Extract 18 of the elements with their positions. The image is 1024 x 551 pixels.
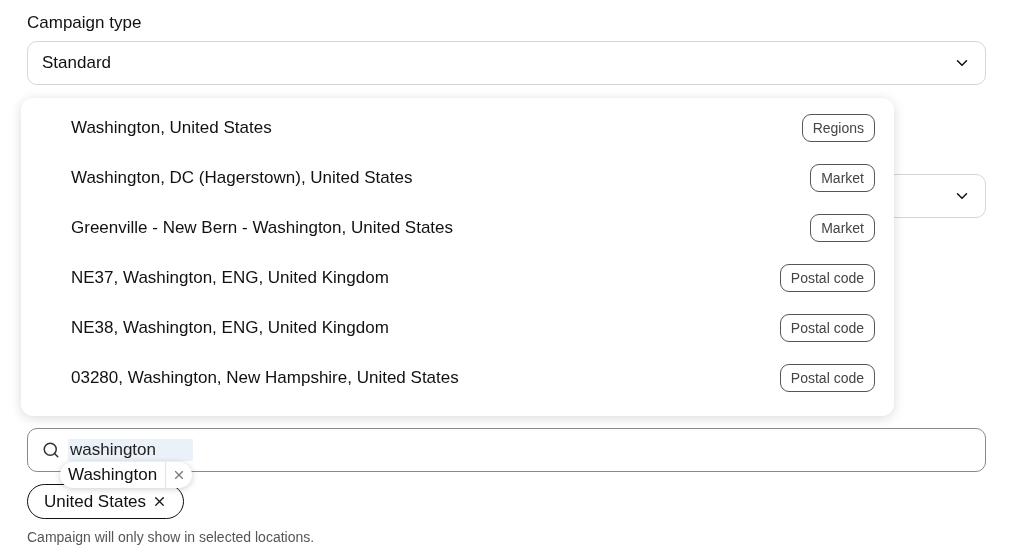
suggestion-item[interactable]: 03280, Washington, New Hampshire, United States Postal code (21, 353, 894, 403)
suggestion-item[interactable]: NE38, Washington, ENG, United Kingdom Postal code (21, 303, 894, 353)
tooltip-text: Washington (60, 462, 167, 488)
field-label: Campaign type (27, 12, 143, 34)
search-input[interactable]: washington (68, 439, 193, 461)
search-icon (42, 441, 60, 459)
campaign-type-select[interactable]: Standard (27, 41, 986, 85)
type-tag: Market (810, 164, 875, 192)
suggestion-item[interactable]: Washington, United States Regions (21, 103, 894, 153)
suggestion-item[interactable]: Greenville - New Bern - Washington, United States Market (21, 203, 894, 253)
suggestion-item[interactable]: Washington, DC (Hagerstown), United States Market (21, 153, 894, 203)
suggestion-item[interactable]: NE37, Washington, ENG, United Kingdom Postal code (21, 253, 894, 303)
type-tag: Postal code (779, 264, 875, 292)
type-tag: Postal code (779, 314, 875, 342)
type-tag: Postal code (779, 364, 875, 392)
type-tag: Market (810, 214, 875, 242)
helper-text: Campaign will only show in selected locations. (27, 529, 316, 545)
type-tag: Regions (801, 114, 875, 142)
